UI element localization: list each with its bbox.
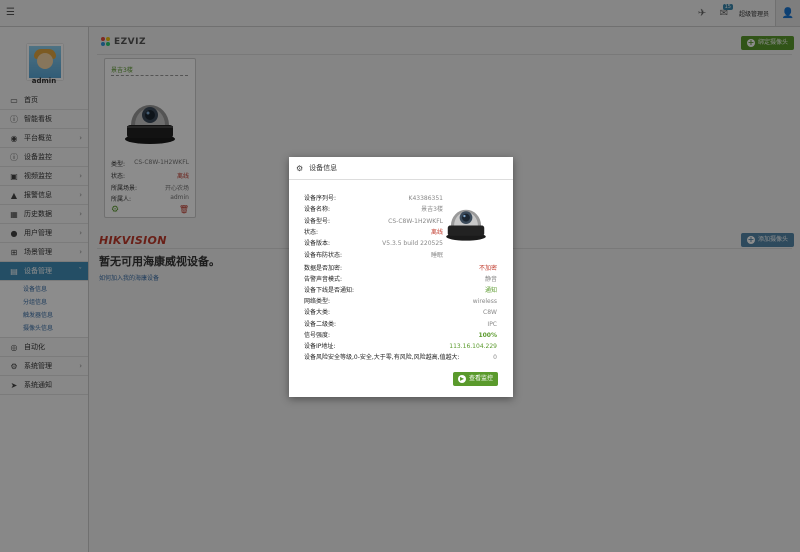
info-value: wireless	[472, 298, 497, 306]
info-value: 0	[493, 353, 497, 361]
modal-header: ⚙ 设备信息	[289, 157, 513, 180]
info-key: 告警声音模式:	[304, 276, 343, 284]
info-key: 设备型号:	[304, 217, 331, 225]
info-key: 网络类型:	[304, 298, 331, 306]
info-key: 设备大类:	[304, 309, 331, 317]
info-key: 设备名称:	[304, 206, 331, 214]
modal-title: 设备信息	[309, 164, 338, 172]
info-value: CS-C8W-1H2WKFL	[388, 217, 443, 225]
info-row: 设备大类: C8W	[304, 308, 497, 318]
info-key: 设备下线是否通知:	[304, 287, 355, 295]
info-row: 网络类型: wireless	[304, 297, 497, 307]
info-value: 景吉3楼	[421, 206, 443, 214]
info-key: 设备IP地址:	[304, 342, 336, 350]
info-value: 静音	[484, 276, 497, 284]
info-row: 状态: 离线	[304, 228, 497, 238]
info-key: 设备风险安全等级,0-安全,大于零,有风险,风险越高,值越大:	[304, 353, 460, 361]
info-row: 设备型号: CS-C8W-1H2WKFL	[304, 217, 497, 227]
info-row: 设备名称: 景吉3楼	[304, 205, 497, 215]
info-row: 设备二级类: IPC	[304, 320, 497, 330]
gear-icon: ⚙	[296, 163, 304, 173]
info-key: 信号强度:	[304, 331, 331, 339]
info-value: 不加密	[478, 265, 497, 272]
info-row: 设备风险安全等级,0-安全,大于零,有风险,风险越高,值越大: 0	[304, 353, 497, 363]
info-value: C8W	[483, 309, 497, 317]
info-value: IPC	[487, 320, 497, 328]
device-info-modal: ⚙ 设备信息 设备序列号: K43386351 设备名称: 景吉3楼设备型号: CS-C…	[289, 157, 513, 397]
info-value: K43386351	[408, 195, 443, 202]
info-row: 设备序列号: K43386351	[304, 194, 497, 204]
info-value: 离线	[430, 228, 443, 236]
info-row: 设备下线是否通知: 通知	[304, 286, 497, 296]
view-monitor-button[interactable]: ▸ 查看监控	[453, 372, 499, 386]
info-key: 设备二级类:	[304, 320, 337, 328]
info-row: 告警声音模式: 静音	[304, 275, 497, 285]
info-key: 设备序列号:	[304, 195, 337, 202]
info-row: 设备版本: V5.3.5 build 220525	[304, 239, 497, 249]
info-row: 数据是否加密: 不加密	[304, 264, 497, 274]
info-row: 信号强度: 100%	[304, 331, 497, 341]
info-row: 设备布防状态: 睡眠	[304, 251, 497, 261]
info-key: 设备版本:	[304, 240, 331, 248]
info-key: 设备布防状态:	[304, 251, 343, 259]
info-row: 设备IP地址: 113.16.104.229	[304, 342, 497, 352]
play-icon: ▸	[458, 374, 466, 383]
info-key: 数据是否加密:	[304, 265, 343, 272]
info-key: 状态:	[304, 228, 319, 236]
info-value: 113.16.104.229	[449, 342, 497, 350]
info-value: V5.3.5 build 220525	[382, 240, 443, 248]
info-value: 通知	[484, 287, 497, 295]
info-value: 100%	[478, 331, 497, 339]
info-value: 睡眠	[430, 251, 443, 259]
